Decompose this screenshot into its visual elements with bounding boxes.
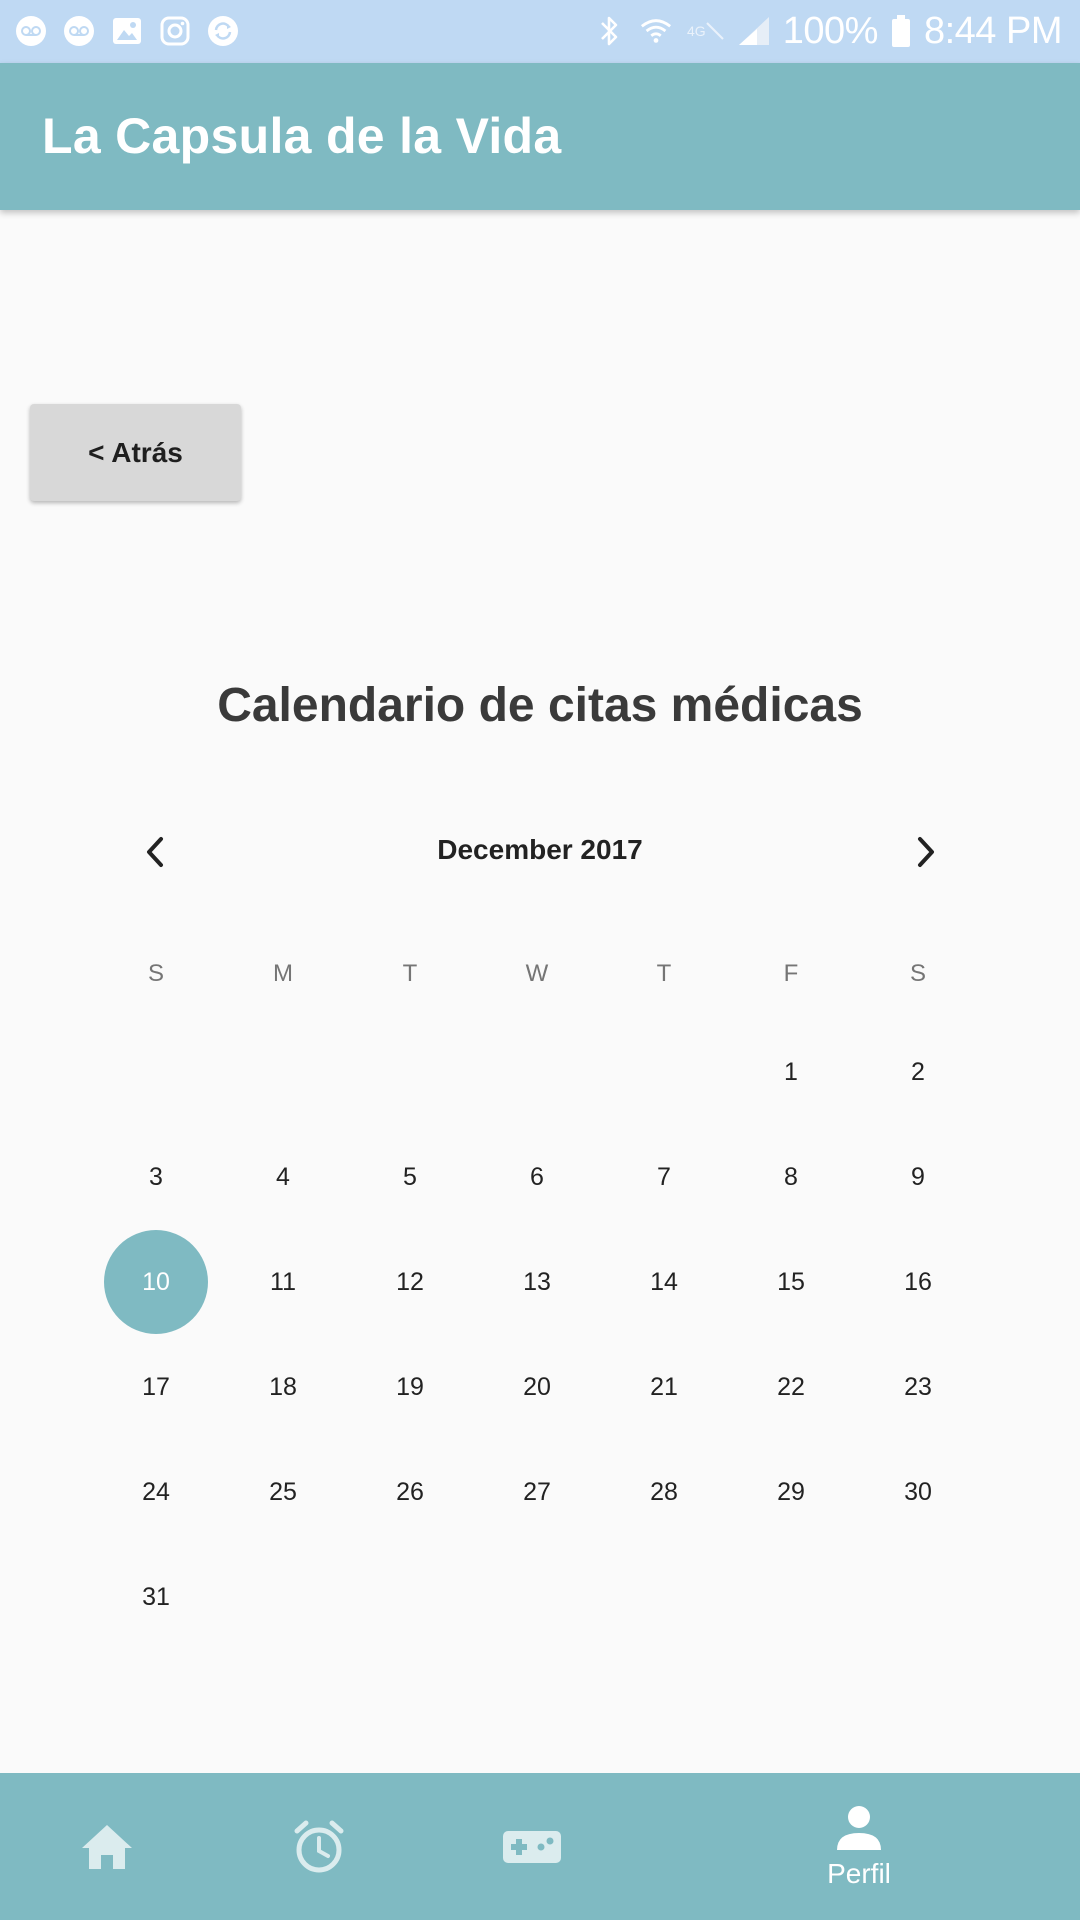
instagram-icon [158,14,192,48]
day-cell[interactable]: 18 [231,1335,335,1439]
day-cell[interactable]: 31 [104,1545,208,1649]
weekday-label: W [525,960,549,987]
day-cell[interactable]: 5 [358,1125,462,1229]
weekday-label: T [402,960,418,987]
day-cell[interactable]: 4 [231,1125,335,1229]
back-button[interactable]: < Atrás [30,404,241,501]
nav-profile[interactable]: Perfil [779,1773,939,1920]
weekday-label: M [273,960,293,987]
weekday-label: T [656,960,672,987]
day-cell[interactable]: 24 [104,1440,208,1544]
weekday-row: SMTWTFS [0,960,1080,1000]
weekday-label: S [147,960,164,987]
weekday-label: S [909,960,926,987]
status-bar: 4G 100% 8:44 PM [0,0,1080,63]
lte-icon: 4G [685,14,725,48]
app-title: La Capsula de la Vida [42,108,562,164]
gallery-icon [110,14,144,48]
day-cell[interactable]: 12 [358,1230,462,1334]
nav-games[interactable] [452,1773,612,1920]
day-cell[interactable]: 26 [358,1440,462,1544]
day-cell[interactable]: 14 [612,1230,716,1334]
day-cell[interactable]: 13 [485,1230,589,1334]
alarm-icon [294,1820,344,1872]
bluetooth-icon [593,14,627,48]
day-cell[interactable]: 1 [739,1020,843,1124]
system-indicators: 4G 100% 8:44 PM [593,8,1063,54]
day-cell[interactable]: 16 [866,1230,970,1334]
day-cell[interactable]: 23 [866,1335,970,1439]
svg-text:4G: 4G [687,23,706,39]
voicemail-icon [14,14,48,48]
selected-day-cell[interactable]: 10 [104,1230,208,1334]
notification-icons [14,12,240,50]
day-cell[interactable]: 11 [231,1230,335,1334]
day-cell[interactable]: 27 [485,1440,589,1544]
bottom-navigation: Perfil [0,1773,1080,1920]
battery-percentage: 100% [782,9,879,52]
battery-icon [890,14,912,48]
day-cell[interactable]: 28 [612,1440,716,1544]
day-cell[interactable]: 20 [485,1335,589,1439]
day-cell[interactable]: 9 [866,1125,970,1229]
day-cell[interactable]: 8 [739,1125,843,1229]
day-cell[interactable]: 3 [104,1125,208,1229]
clock-time: 8:44 PM [923,9,1063,52]
signal-icon [737,14,771,48]
nav-home[interactable] [27,1773,187,1920]
sync-icon [206,14,240,48]
calendar-header: December 2017 [0,820,1080,884]
day-cell[interactable]: 2 [866,1020,970,1124]
gamepad-icon [503,1830,561,1863]
day-cell[interactable]: 7 [612,1125,716,1229]
home-icon [82,1824,132,1869]
day-cell[interactable]: 21 [612,1335,716,1439]
weekday-label: F [783,960,799,987]
nav-alarm[interactable] [239,1773,399,1920]
calendar: December 2017 SMTWTFS 1 2 3 4 5 6 7 8 9 10 11 12 13 1… [0,820,1080,1640]
day-cell[interactable]: 17 [104,1335,208,1439]
next-month-button[interactable] [897,824,953,880]
day-cell[interactable]: 22 [739,1335,843,1439]
day-cell[interactable]: 6 [485,1125,589,1229]
chevron-right-icon [918,837,934,867]
day-cell[interactable]: 29 [739,1440,843,1544]
day-cell[interactable]: 19 [358,1335,462,1439]
day-cell[interactable]: 30 [866,1440,970,1544]
day-cell[interactable]: 15 [739,1230,843,1334]
day-cell[interactable]: 25 [231,1440,335,1544]
nav-profile-label: Perfil [827,1857,891,1889]
voicemail-icon [62,14,96,48]
person-icon [837,1805,881,1850]
wifi-icon [639,14,673,48]
app-bar: La Capsula de la Vida [0,63,1080,210]
page-title: Calendario de citas médicas [217,679,863,732]
